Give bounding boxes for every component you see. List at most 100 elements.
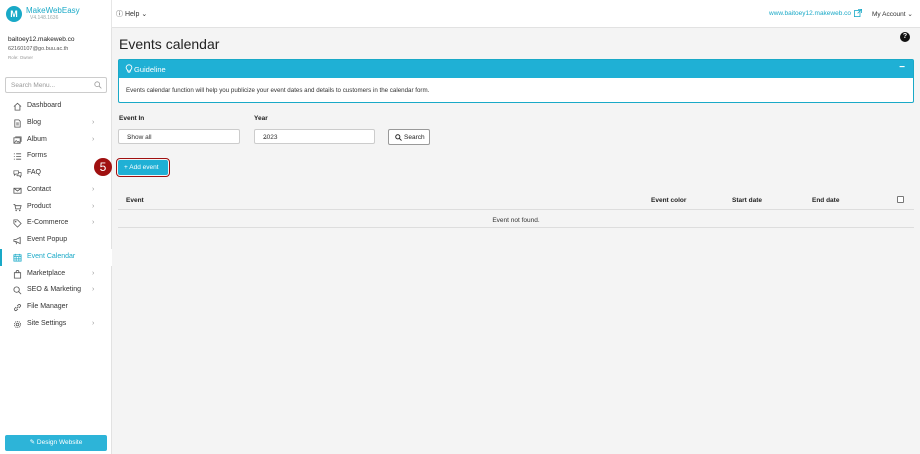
sidebar-item-event-calendar[interactable]: Event Calendar — [0, 248, 112, 266]
year-select[interactable]: 2023 ⌄ — [254, 129, 375, 144]
guideline-header[interactable]: Guideline − — [119, 60, 913, 78]
question-circle-icon: ⓘ — [116, 11, 123, 18]
chevron-right-icon: › — [92, 286, 95, 294]
chevron-right-icon: › — [92, 118, 95, 126]
sidebar-item-label: Product — [27, 202, 52, 210]
envelope-icon — [13, 187, 22, 194]
chevron-down-icon: ⌄ — [263, 134, 269, 141]
bag-icon — [13, 269, 22, 279]
step-marker: 5 — [94, 158, 112, 176]
search-button[interactable]: Search — [388, 129, 430, 145]
sidebar-item-label: Site Settings — [27, 319, 67, 327]
sidebar-menu: Dashboard Blog › Album › Forms FAQ Conta… — [0, 98, 112, 333]
sidebar-item-label: Marketplace — [27, 269, 66, 277]
chevron-right-icon: › — [92, 319, 95, 327]
column-end-date[interactable]: End date — [812, 197, 839, 204]
chevron-down-icon: ⌄ — [907, 11, 913, 18]
help-menu[interactable]: ⓘ Help ⌄ — [116, 9, 147, 19]
lightbulb-icon — [125, 64, 133, 73]
sidebar-item-seo-marketing[interactable]: SEO & Marketing › — [0, 282, 112, 299]
column-start-date[interactable]: Start date — [732, 197, 762, 204]
sidebar-item-label: Album — [27, 135, 47, 143]
document-icon — [14, 119, 21, 128]
add-event-button[interactable]: + Add event — [115, 157, 171, 178]
sidebar-item-label: File Manager — [27, 303, 68, 310]
events-table-header: Event Event color Start date End date — [118, 192, 914, 210]
add-event-label: + Add event — [124, 163, 159, 171]
chevron-right-icon: › — [92, 185, 95, 193]
pencil-icon: ✎ — [29, 439, 36, 446]
sidebar-item-label: Contact — [27, 185, 52, 193]
collapse-minus-icon[interactable]: − — [899, 62, 905, 73]
site-link[interactable]: www.baitoey12.makeweb.co — [769, 10, 851, 17]
cart-icon — [13, 203, 22, 211]
sidebar-item-site-settings[interactable]: Site Settings › — [0, 316, 112, 333]
sidebar-item-dashboard[interactable]: Dashboard — [0, 98, 112, 115]
search-icon[interactable] — [94, 81, 102, 89]
sidebar-item-marketplace[interactable]: Marketplace › — [0, 266, 112, 283]
sidebar-item-blog[interactable]: Blog › — [0, 115, 112, 132]
brand[interactable]: M MakeWebEasy V4.148.1636 — [0, 0, 112, 28]
sidebar-item-label: Event Popup — [27, 236, 68, 243]
brand-version: V4.148.1636 — [30, 15, 59, 21]
event-in-select[interactable]: Show all ⌄ — [118, 129, 240, 144]
images-icon — [13, 135, 22, 144]
search-button-label: Search — [404, 134, 425, 141]
brand-name: MakeWebEasy — [26, 6, 80, 15]
chevron-right-icon: › — [92, 202, 95, 210]
chevron-down-icon: ⌄ — [141, 11, 148, 18]
sidebar-item-label: FAQ — [27, 169, 42, 176]
sidebar-item-label: E-Commerce — [27, 219, 69, 227]
search-icon — [395, 134, 402, 141]
guideline-title: Guideline — [134, 65, 166, 74]
list-icon — [13, 153, 22, 160]
external-link-icon[interactable] — [854, 9, 862, 17]
user-role: Role: Owner — [8, 55, 34, 60]
sidebar-item-label: SEO & Marketing — [27, 286, 82, 294]
sidebar-item-ecommerce[interactable]: E-Commerce › — [0, 215, 112, 232]
column-event-color[interactable]: Event color — [651, 197, 686, 204]
tag-icon — [13, 219, 22, 228]
table-empty-message: Event not found. — [118, 210, 914, 228]
user-name: baitoey12.makeweb.co — [8, 36, 75, 43]
design-website-button[interactable]: ✎ Design Website — [5, 435, 107, 451]
sidebar-item-product[interactable]: Product › — [0, 199, 112, 216]
chevron-right-icon: › — [92, 269, 95, 277]
year-label: Year — [254, 115, 268, 122]
help-question-icon[interactable]: ? — [900, 32, 910, 42]
design-website-label: Design Website — [36, 439, 83, 446]
sidebar-search — [5, 77, 107, 93]
makeweb-logo-icon: M — [6, 6, 22, 22]
top-bar: M MakeWebEasy V4.148.1636 ⓘ Help ⌄ www.b… — [0, 0, 920, 28]
magnifier-icon — [13, 286, 22, 295]
page-title: Events calendar — [119, 36, 220, 52]
select-all-checkbox[interactable] — [897, 196, 904, 203]
link-icon — [14, 304, 21, 311]
sidebar-item-label: Blog — [27, 118, 42, 126]
account-label: My Account — [872, 11, 906, 18]
sidebar-item-event-popup[interactable]: Event Popup — [0, 232, 112, 249]
my-account-menu[interactable]: My Account ⌄ — [872, 10, 913, 18]
sidebar-search-input[interactable] — [6, 78, 94, 92]
guideline-panel: Guideline − Events calendar function wil… — [118, 59, 914, 103]
chevron-right-icon: › — [92, 135, 95, 143]
event-in-label: Event In — [119, 115, 145, 122]
help-label: Help — [124, 11, 140, 18]
megaphone-icon — [13, 236, 21, 245]
chevron-down-icon: ⌄ — [127, 134, 133, 141]
faq-icon — [13, 170, 22, 178]
home-icon — [13, 102, 22, 111]
column-event[interactable]: Event — [126, 197, 144, 204]
user-email: 62160107@go.buu.ac.th — [8, 46, 69, 52]
gear-icon — [13, 320, 22, 328]
sidebar-item-file-manager[interactable]: File Manager — [0, 299, 112, 316]
guideline-text: Events calendar function will help you p… — [126, 87, 430, 94]
sidebar-item-label: Event Calendar — [27, 252, 76, 260]
chevron-right-icon: › — [92, 219, 95, 227]
sidebar-item-contact[interactable]: Contact › — [0, 182, 112, 199]
sidebar-item-label: Dashboard — [27, 102, 62, 109]
calendar-icon — [13, 253, 22, 262]
sidebar: baitoey12.makeweb.co 62160107@go.buu.ac.… — [0, 28, 112, 454]
sidebar-item-label: Forms — [27, 152, 47, 160]
sidebar-item-album[interactable]: Album › — [0, 132, 112, 149]
